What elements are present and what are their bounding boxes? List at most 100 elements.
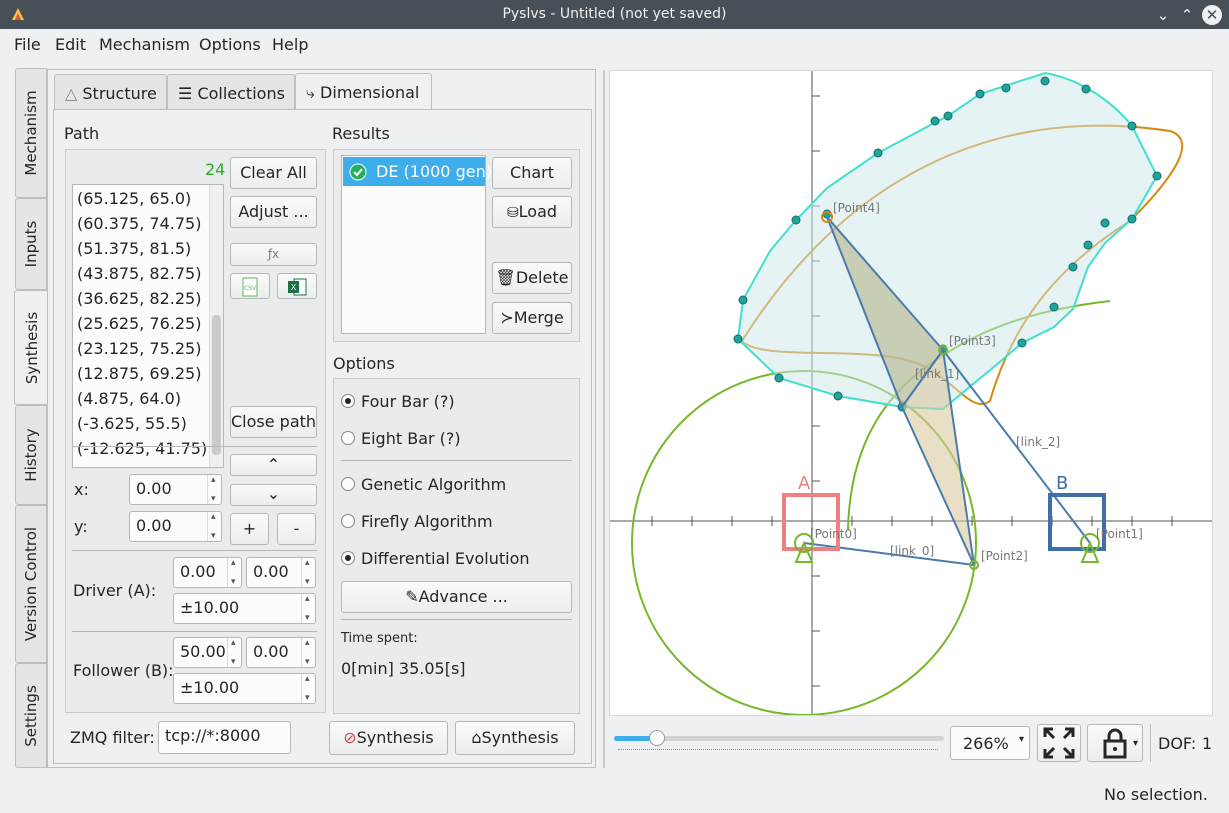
- tab-structure[interactable]: △ Structure: [54, 74, 167, 110]
- synthesis-local-button[interactable]: ⌂Synthesis: [455, 721, 575, 755]
- follower-y-spinner[interactable]: [301, 638, 315, 667]
- slider-ticks: [618, 749, 938, 753]
- dropdown-arrow-icon: ▾: [1018, 734, 1024, 745]
- mechanism-canvas[interactable]: A B [Point0] [Point1] [Point2] [Point3] …: [609, 70, 1213, 716]
- zoom-slider-handle[interactable]: [648, 730, 665, 746]
- driver-y-spinner[interactable]: [301, 558, 315, 587]
- driver-y-input[interactable]: 0.00: [246, 557, 316, 588]
- chart-button[interactable]: Chart: [492, 157, 572, 189]
- move-down-button[interactable]: ⌄: [230, 484, 317, 506]
- follower-range-input[interactable]: ±10.00: [173, 673, 316, 704]
- link0-label: [link_0]: [890, 544, 934, 558]
- list-item[interactable]: (12.875, 69.25): [77, 364, 201, 383]
- list-item[interactable]: (25.625, 76.25): [77, 314, 201, 333]
- path-list-scrollbar[interactable]: [209, 185, 223, 467]
- close-icon[interactable]: ✕: [1202, 5, 1222, 25]
- result-item[interactable]: DE (1000 gen): [343, 157, 492, 186]
- eight-bar-radio[interactable]: [341, 431, 355, 445]
- point0-label: [Point0]: [810, 527, 857, 541]
- svg-text:CSV: CSV: [244, 285, 257, 292]
- scrollbar-handle[interactable]: [212, 315, 221, 455]
- de-label[interactable]: Differential Evolution: [361, 549, 530, 568]
- driver-x-input[interactable]: 0.00: [173, 557, 242, 588]
- y-input[interactable]: 0.00: [129, 511, 222, 542]
- minimize-icon[interactable]: ⌄: [1152, 4, 1174, 26]
- list-item[interactable]: (65.125, 65.0): [77, 189, 191, 208]
- side-tab-history[interactable]: History: [15, 405, 47, 505]
- list-item[interactable]: (51.375, 81.5): [77, 239, 191, 258]
- advance-button[interactable]: ✎Advance ...: [341, 581, 572, 613]
- list-item[interactable]: (23.125, 75.25): [77, 339, 201, 358]
- menu-options[interactable]: Options: [199, 35, 261, 54]
- menu-bar: File Edit Mechanism Options Help: [0, 29, 1229, 59]
- four-bar-label[interactable]: Four Bar (?): [361, 392, 455, 411]
- list-item[interactable]: (60.375, 74.75): [77, 214, 201, 233]
- lock-button[interactable]: ▾: [1087, 724, 1143, 762]
- link2-label: [link_2]: [1016, 435, 1060, 449]
- add-point-button[interactable]: +: [230, 513, 269, 545]
- follower-x-input[interactable]: 50.00: [173, 637, 242, 668]
- import-csv-button[interactable]: CSV: [230, 273, 270, 299]
- zoom-to-fit-button[interactable]: [1037, 724, 1081, 762]
- list-item[interactable]: (-3.625, 55.5): [77, 414, 187, 433]
- function-icon: ƒx: [267, 247, 280, 261]
- list-item[interactable]: (43.875, 82.75): [77, 264, 201, 283]
- follower-x-spinner[interactable]: [227, 638, 241, 667]
- side-tab-settings[interactable]: Settings: [15, 663, 47, 768]
- tab-collections[interactable]: ☰ Collections: [167, 74, 295, 110]
- list-item[interactable]: (4.875, 64.0): [77, 389, 181, 408]
- load-button[interactable]: ⛁Load: [492, 196, 572, 228]
- list-item[interactable]: (-19.625, 34.25): [77, 464, 207, 467]
- import-excel-button[interactable]: X: [277, 273, 317, 299]
- menu-mechanism[interactable]: Mechanism: [99, 35, 190, 54]
- driver-x-spinner[interactable]: [227, 558, 241, 587]
- divider: [72, 631, 317, 632]
- x-spinner[interactable]: [207, 475, 221, 504]
- list-item[interactable]: (36.625, 82.25): [77, 289, 201, 308]
- close-path-button[interactable]: Close path: [230, 406, 317, 438]
- genetic-radio[interactable]: [341, 477, 355, 491]
- merge-button[interactable]: ≻Merge: [492, 302, 572, 334]
- anchor-a-label: A: [798, 473, 811, 494]
- side-tab-version-control[interactable]: Version Control: [15, 505, 47, 663]
- list-item[interactable]: (-12.625, 41.75): [77, 439, 207, 458]
- zmq-filter-input[interactable]: tcp://*:8000: [158, 721, 291, 754]
- de-radio[interactable]: [341, 551, 355, 565]
- menu-help[interactable]: Help: [272, 35, 308, 54]
- x-input[interactable]: 0.00: [129, 474, 222, 505]
- follower-y-input[interactable]: 0.00: [246, 637, 316, 668]
- results-list[interactable]: DE (1000 gen): [341, 155, 492, 334]
- divider: [1150, 724, 1151, 762]
- divider: [72, 550, 317, 551]
- synthesis-stop-button[interactable]: ⊘Synthesis: [329, 721, 448, 755]
- maximize-icon[interactable]: ⌃: [1176, 4, 1198, 26]
- firefly-label[interactable]: Firefly Algorithm: [361, 512, 493, 531]
- divider: [341, 460, 572, 461]
- remove-point-button[interactable]: -: [277, 513, 316, 545]
- eight-bar-label[interactable]: Eight Bar (?): [361, 429, 461, 448]
- path-count: 24: [205, 160, 226, 179]
- follower-range-spinner[interactable]: [301, 674, 315, 703]
- tab-dimensional[interactable]: ⤷ Dimensional: [295, 73, 432, 111]
- driver-range-input[interactable]: ±10.00: [173, 593, 316, 624]
- splitter[interactable]: [603, 70, 605, 768]
- side-tab-inputs[interactable]: Inputs: [15, 198, 47, 290]
- stop-icon: ⊘: [343, 728, 357, 747]
- zoom-select[interactable]: 266% ▾: [950, 726, 1030, 760]
- function-fit-button[interactable]: ƒx: [230, 243, 317, 266]
- y-spinner[interactable]: [207, 512, 221, 541]
- menu-file[interactable]: File: [14, 35, 41, 54]
- zoom-slider[interactable]: [614, 730, 944, 746]
- side-tab-mechanism[interactable]: Mechanism: [15, 68, 47, 198]
- adjust-button[interactable]: Adjust ...: [230, 196, 317, 228]
- clear-all-button[interactable]: Clear All: [230, 157, 317, 189]
- move-up-button[interactable]: ⌃: [230, 454, 317, 476]
- delete-button[interactable]: 🗑Delete: [492, 262, 572, 294]
- four-bar-radio[interactable]: [341, 394, 355, 408]
- side-tab-synthesis[interactable]: Synthesis: [14, 290, 48, 405]
- genetic-label[interactable]: Genetic Algorithm: [361, 475, 506, 494]
- path-list[interactable]: (65.125, 65.0) (60.375, 74.75) (51.375, …: [72, 184, 224, 468]
- firefly-radio[interactable]: [341, 514, 355, 528]
- driver-range-spinner[interactable]: [301, 594, 315, 623]
- menu-edit[interactable]: Edit: [55, 35, 86, 54]
